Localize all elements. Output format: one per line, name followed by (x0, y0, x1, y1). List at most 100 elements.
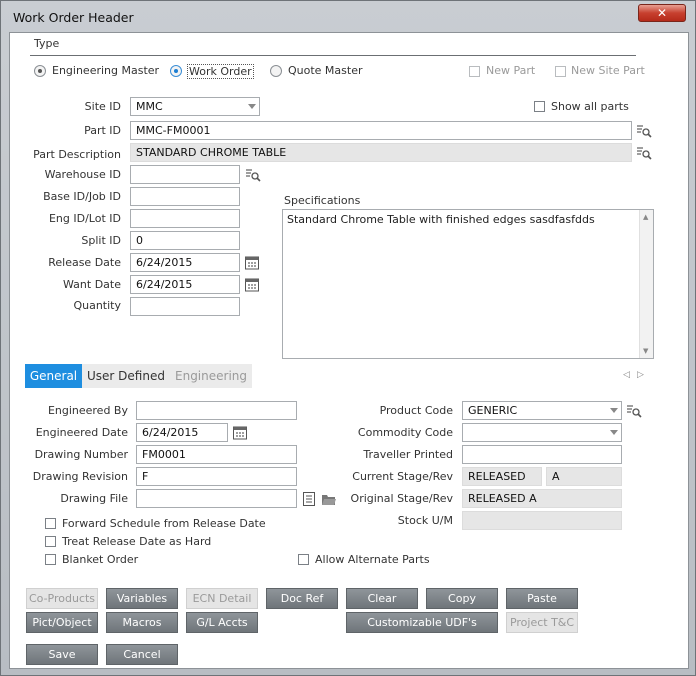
release-date-label: Release Date (48, 256, 121, 269)
quantity-field[interactable] (130, 297, 240, 316)
tab-scroll-right-icon[interactable]: ▷ (637, 370, 644, 380)
original-stage-value: RELEASED A (468, 492, 537, 505)
stock-um-label: Stock U/M (397, 514, 453, 527)
title-bar[interactable]: Work Order Header ✕ (1, 1, 695, 31)
part-description-label: Part Description (33, 148, 121, 161)
want-date-field[interactable]: 6/24/2015 (130, 275, 240, 294)
specifications-text: Standard Chrome Table with finished edge… (287, 213, 595, 226)
treat-release-label: Treat Release Date as Hard (62, 535, 212, 548)
treat-release-checkbox[interactable] (45, 536, 56, 547)
tab-engineering[interactable]: Engineering (170, 364, 252, 388)
split-id-value: 0 (136, 234, 143, 247)
project-tc-button[interactable]: Project T&C (506, 612, 578, 633)
type-label: Type (34, 37, 60, 50)
base-id-field[interactable] (130, 187, 240, 206)
doc-ref-button[interactable]: Doc Ref (266, 588, 338, 609)
blanket-order-checkbox[interactable] (45, 554, 56, 565)
commodity-code-label: Commodity Code (357, 426, 453, 439)
chevron-down-icon (610, 430, 618, 435)
tab-general[interactable]: General (25, 364, 82, 388)
part-id-field[interactable]: MMC-FM0001 (130, 121, 632, 140)
variables-button[interactable]: Variables (106, 588, 178, 609)
cancel-button[interactable]: Cancel (106, 644, 178, 665)
engineered-date-field[interactable]: 6/24/2015 (136, 423, 228, 442)
calendar-icon[interactable] (244, 254, 260, 270)
specifications-textarea[interactable]: Standard Chrome Table with finished edge… (282, 209, 654, 359)
close-button[interactable]: ✕ (638, 4, 686, 22)
window-title: Work Order Header (13, 10, 134, 25)
lookup-icon[interactable] (636, 123, 652, 139)
new-part-checkbox[interactable] (469, 66, 480, 77)
engineered-date-label: Engineered Date (35, 426, 128, 439)
lookup-icon[interactable] (636, 145, 652, 161)
scroll-down-icon: ▼ (643, 347, 649, 355)
copy-button[interactable]: Copy (426, 588, 498, 609)
commodity-code-combo[interactable] (462, 423, 622, 442)
split-id-label: Split ID (81, 234, 121, 247)
new-site-part-label: New Site Part (571, 64, 645, 77)
want-date-label: Want Date (63, 278, 121, 291)
new-site-part-checkbox[interactable] (555, 66, 566, 77)
allow-alternate-checkbox[interactable] (298, 554, 309, 565)
traveller-printed-label: Traveller Printed (363, 448, 453, 461)
current-stage-field: RELEASED (462, 467, 542, 486)
chevron-down-icon (610, 408, 618, 413)
release-date-field[interactable]: 6/24/2015 (130, 253, 240, 272)
gl-accts-button[interactable]: G/L Accts (186, 612, 258, 633)
stock-um-field (462, 511, 622, 530)
drawing-number-field[interactable]: FM0001 (136, 445, 297, 464)
calendar-icon[interactable] (232, 424, 248, 440)
drawing-revision-label: Drawing Revision (32, 470, 128, 483)
drawing-revision-field[interactable]: F (136, 467, 297, 486)
type-divider (30, 55, 636, 56)
radio-label-work-order: Work Order (187, 64, 254, 79)
part-description-value: STANDARD CHROME TABLE (136, 146, 287, 159)
calendar-icon[interactable] (244, 276, 260, 292)
part-description-field: STANDARD CHROME TABLE (130, 143, 632, 162)
lookup-icon[interactable] (626, 403, 642, 419)
tab-user-defined[interactable]: User Defined (84, 364, 168, 388)
radio-label-engineering-master: Engineering Master (52, 64, 160, 77)
radio-work-order[interactable] (170, 65, 182, 77)
specifications-scrollbar[interactable]: ▲ ▼ (639, 210, 653, 358)
paste-button[interactable]: Paste (506, 588, 578, 609)
scroll-up-icon: ▲ (643, 213, 649, 221)
eng-id-field[interactable] (130, 209, 240, 228)
tab-scroll-left-icon[interactable]: ◁ (623, 370, 630, 380)
lookup-icon[interactable] (245, 167, 261, 183)
split-id-field[interactable]: 0 (130, 231, 240, 250)
pict-object-button[interactable]: Pict/Object (26, 612, 98, 633)
product-code-combo[interactable]: GENERIC (462, 401, 622, 420)
radio-engineering-master[interactable] (34, 65, 46, 77)
customizable-udfs-button[interactable]: Customizable UDF's (346, 612, 498, 633)
current-stage-value: RELEASED (468, 470, 526, 483)
macros-button[interactable]: Macros (106, 612, 178, 633)
engineered-by-field[interactable] (136, 401, 297, 420)
site-id-combo[interactable]: MMC (130, 97, 260, 116)
forward-schedule-checkbox[interactable] (45, 518, 56, 529)
window-frame: Work Order Header ✕ Type Engineering Mas… (0, 0, 696, 676)
tab-strip-empty (252, 364, 671, 388)
save-button[interactable]: Save (26, 644, 98, 665)
warehouse-id-label: Warehouse ID (44, 168, 121, 181)
quantity-label: Quantity (73, 299, 121, 312)
forward-schedule-label: Forward Schedule from Release Date (62, 517, 266, 530)
show-all-parts-checkbox[interactable] (534, 101, 545, 112)
eng-id-label: Eng ID/Lot ID (48, 212, 121, 225)
warehouse-id-field[interactable] (130, 165, 240, 184)
engineered-by-label: Engineered By (47, 404, 128, 417)
current-rev-field: A (546, 467, 622, 486)
specifications-label: Specifications (284, 194, 361, 207)
part-id-value: MMC-FM0001 (136, 124, 211, 137)
co-products-button[interactable]: Co-Products (26, 588, 98, 609)
part-id-label: Part ID (84, 124, 121, 137)
drawing-revision-value: F (142, 470, 149, 483)
drawing-file-field[interactable] (136, 489, 297, 508)
drawing-number-value: FM0001 (142, 448, 186, 461)
dialog-body: Type Engineering Master Work Order Quote… (9, 32, 689, 669)
radio-quote-master[interactable] (270, 65, 282, 77)
close-icon: ✕ (656, 6, 668, 20)
ecn-detail-button[interactable]: ECN Detail (186, 588, 258, 609)
clear-button[interactable]: Clear (346, 588, 418, 609)
traveller-printed-field[interactable] (462, 445, 622, 464)
